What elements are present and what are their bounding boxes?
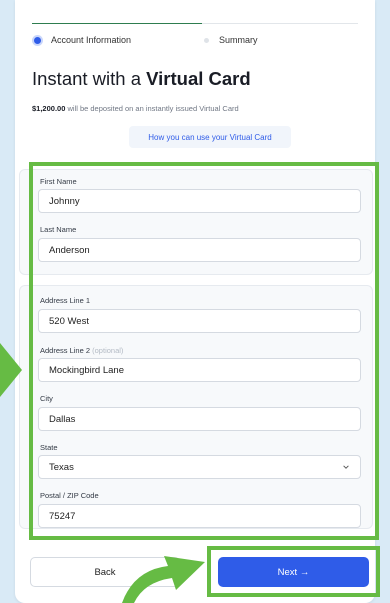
first-name-label: First Name <box>40 177 77 186</box>
active-step-dot-icon <box>34 36 41 44</box>
curved-arrow-icon <box>122 556 205 603</box>
first-name-value: Johnny <box>49 195 80 207</box>
last-name-value: Anderson <box>49 244 90 256</box>
zip-code-label: Postal / ZIP Code <box>40 491 99 500</box>
subtitle-text: will be deposited on an instantly issued… <box>65 104 239 113</box>
city-field[interactable]: Dallas <box>38 407 361 431</box>
virtual-card-info-link[interactable]: How you can use your Virtual Card <box>129 126 291 148</box>
state-value: Texas <box>49 461 74 473</box>
step-label: Summary <box>219 35 258 45</box>
optional-hint: (optional) <box>92 346 124 355</box>
right-arrow-icon <box>0 343 22 397</box>
last-name-field[interactable]: Anderson <box>38 238 361 262</box>
step-label: Account Information <box>51 35 132 45</box>
page-title: Instant with a Virtual Card <box>32 68 251 90</box>
title-prefix: Instant with a <box>32 68 147 89</box>
address-line-2-field[interactable]: Mockingbird Lane <box>38 358 361 382</box>
step-summary[interactable]: Summary <box>204 35 258 45</box>
address-line-2-label-text: Address Line 2 <box>40 346 91 355</box>
address-line-2-label: Address Line 2 (optional) <box>40 346 123 355</box>
page-subtitle: $1,200.00 will be deposited on an instan… <box>32 104 239 113</box>
address-line-1-field[interactable]: 520 West <box>38 309 361 333</box>
progress-fill <box>32 23 202 24</box>
progress-bar <box>32 23 358 24</box>
city-value: Dallas <box>49 413 76 425</box>
step-account-information[interactable]: Account Information <box>34 35 131 45</box>
address-line-1-value: 520 West <box>49 315 89 327</box>
address-line-2-value: Mockingbird Lane <box>49 364 124 376</box>
address-line-1-label: Address Line 1 <box>40 296 91 305</box>
title-bold: Virtual Card <box>146 68 251 89</box>
state-label: State <box>40 443 58 452</box>
zip-code-field[interactable]: 75247 <box>38 504 361 528</box>
inactive-step-dot-icon <box>204 37 209 43</box>
next-button[interactable]: Next → <box>218 557 369 587</box>
deposit-amount: $1,200.00 <box>32 104 66 113</box>
first-name-field[interactable]: Johnny <box>38 189 361 213</box>
last-name-label: Last Name <box>40 225 77 234</box>
city-label: City <box>40 394 53 403</box>
chevron-down-icon <box>343 465 349 469</box>
state-select[interactable]: Texas <box>38 455 361 479</box>
zip-code-value: 75247 <box>49 510 76 522</box>
